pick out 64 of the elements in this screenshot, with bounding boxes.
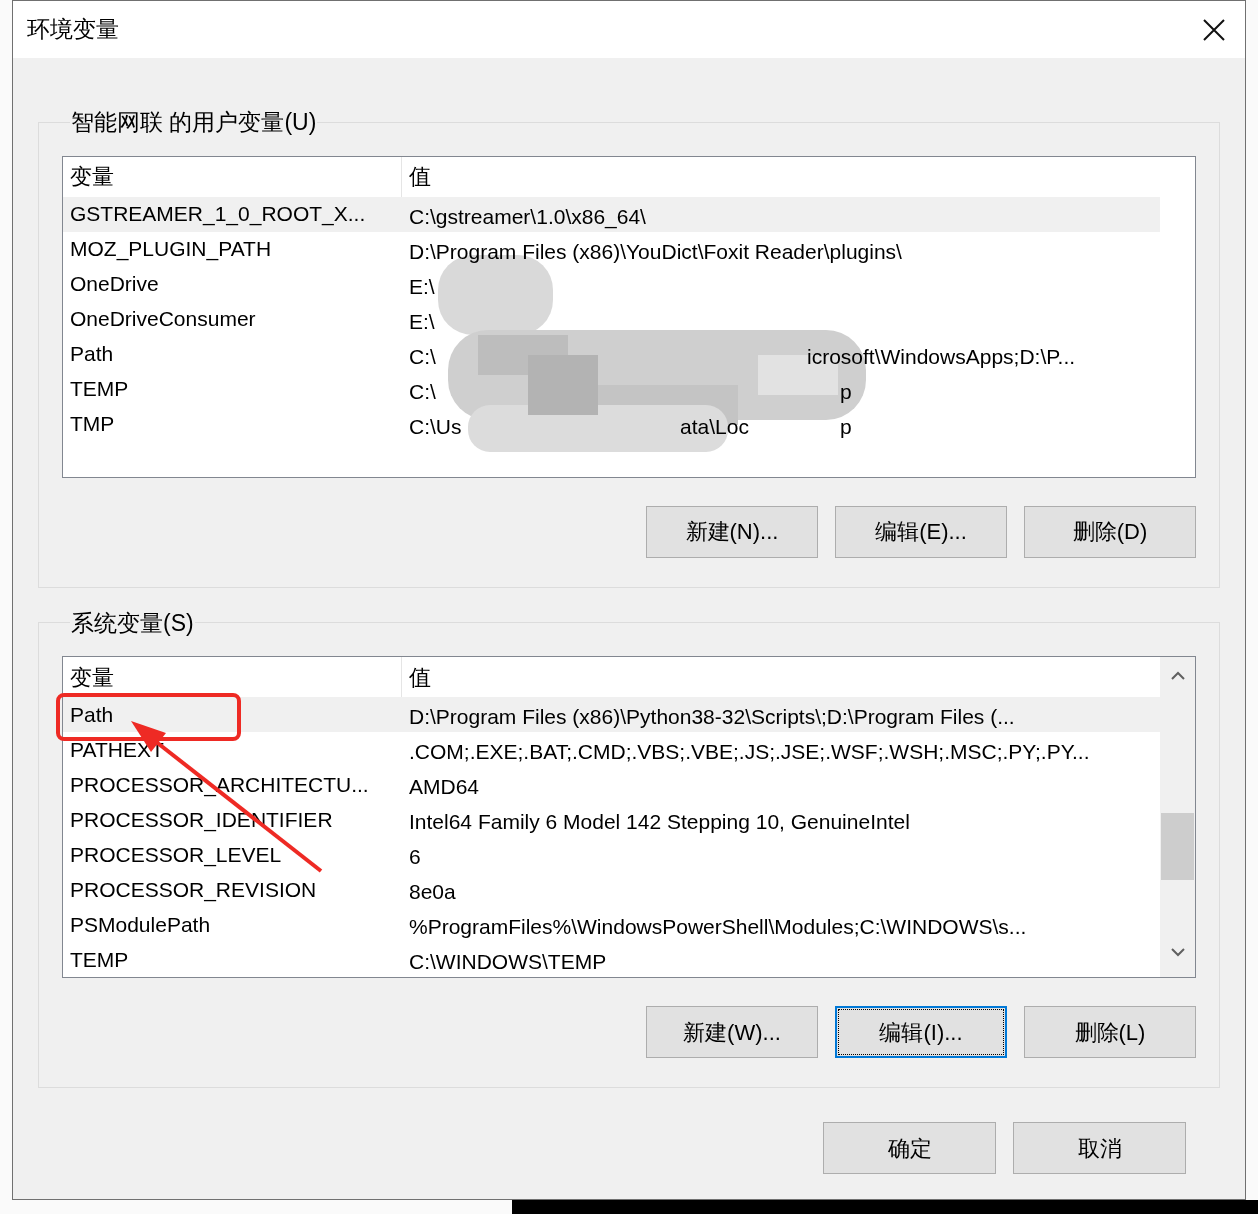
variable-row[interactable]: PROCESSOR_LEVEL 6 xyxy=(63,837,1160,872)
scrollbar-thumb[interactable] xyxy=(1161,813,1194,880)
variable-name: TEMP xyxy=(70,946,129,973)
variable-value: p xyxy=(840,413,852,440)
variable-value: 6 xyxy=(408,844,421,870)
dialog-button[interactable]: 新建(W)... xyxy=(646,1006,818,1058)
variable-row[interactable]: GSTREAMER_1_0_ROOT_X... C:\gstreamer\1.0\x86_64\ xyxy=(63,196,1160,232)
variable-value: ata\Loc xyxy=(680,413,749,440)
variable-name: PROCESSOR_REVISION xyxy=(70,876,317,904)
variable-value: C:\ xyxy=(408,343,436,370)
variable-value: .COM;.EXE;.BAT;.CMD;.VBS;.VBE;.JS;.JSE;.WSF;.WSH;.MSC;.PY;.PY... xyxy=(409,739,1090,765)
scroll-down-icon[interactable] xyxy=(1170,948,1185,957)
window-title: 环境变量 xyxy=(27,15,119,45)
dialog-button[interactable]: 编辑(I)... xyxy=(835,1006,1007,1058)
variable-row[interactable]: PATHEXT .COM;.EXE;.BAT;.CMD;.VBS;.VBE;.JS;.JSE;.WSF;.WSH;.MSC;.PY;.PY... xyxy=(63,732,1160,767)
variable-value: C:\Us xyxy=(408,413,462,440)
variable-value: C:\WINDOWS\TEMP xyxy=(409,949,607,975)
variable-value: E:\ xyxy=(409,273,435,300)
column-header[interactable]: 值 xyxy=(402,156,1160,197)
variable-row[interactable]: OneDrive E:\ xyxy=(63,266,1160,302)
variable-name: PSModulePath xyxy=(70,911,211,938)
variable-value: Intel64 Family 6 Model 142 Stepping 10, GenuineIntel xyxy=(409,809,910,835)
variable-name: Path xyxy=(70,341,114,368)
dialog-button[interactable]: 删除(D) xyxy=(1024,505,1196,558)
column-header[interactable]: 值 xyxy=(402,657,1160,697)
dialog-button[interactable]: 编辑(E)... xyxy=(835,505,1007,558)
variable-value: AMD64 xyxy=(409,774,480,800)
variable-row[interactable]: Path C:\ icrosoft\WindowsApps;D:\P... xyxy=(63,336,1160,372)
variable-value: D:\Program Files (x86)\Python38-32\Scripts\;D:\Program Files (... xyxy=(409,704,1015,730)
variable-row[interactable]: Path D:\Program Files (x86)\Python38-32\Scripts\;D:\Program Files (... xyxy=(63,697,1160,732)
close-icon[interactable] xyxy=(1203,18,1225,41)
variable-value: icrosoft\WindowsApps;D:\P... xyxy=(807,343,1076,370)
variable-name: OneDriveConsumer xyxy=(70,306,256,333)
variable-value: C:\gstreamer\1.0\x86_64\ xyxy=(409,203,646,231)
variable-name: MOZ_PLUGIN_PATH xyxy=(70,236,272,263)
dialog-button[interactable]: 删除(L) xyxy=(1024,1006,1196,1058)
variable-row[interactable]: OneDriveConsumer E:\ xyxy=(63,301,1160,337)
variable-value: C:\ xyxy=(408,378,436,405)
variable-row[interactable]: PROCESSOR_REVISION 8e0a xyxy=(63,872,1160,907)
variable-value: %ProgramFiles%\WindowsPowerShell\Modules;C:\WINDOWS\s... xyxy=(408,914,1027,940)
variable-row[interactable]: TMP C:\Us ata\Loc p xyxy=(63,406,1160,442)
variable-row[interactable]: TEMP C:\WINDOWS\TEMP xyxy=(63,942,1160,977)
variable-row[interactable]: MOZ_PLUGIN_PATH D:\Program Files (x86)\YouDict\Foxit Reader\plugins\ xyxy=(63,231,1160,267)
variable-value: 8e0a xyxy=(408,879,456,905)
scroll-up-icon[interactable] xyxy=(1170,671,1185,680)
scrollbar[interactable] xyxy=(1160,657,1195,977)
variable-row[interactable]: TEMP C:\ p xyxy=(63,371,1160,407)
group-title: 智能网联 的用户变量(U) xyxy=(70,108,318,137)
variable-name: Path xyxy=(70,701,114,728)
variable-name: TMP xyxy=(70,411,115,438)
variable-name: PATHEXT xyxy=(70,736,164,763)
variable-value: D:\Program Files (x86)\YouDict\Foxit Reader\plugins\ xyxy=(409,238,902,265)
variable-name: OneDrive xyxy=(70,271,159,298)
variable-name: GSTREAMER_1_0_ROOT_X... xyxy=(70,201,366,228)
column-header[interactable]: 变量 xyxy=(63,156,402,197)
dialog-button[interactable]: 确定 xyxy=(823,1122,996,1174)
variable-name: PROCESSOR_LEVEL xyxy=(70,841,282,869)
variable-name: TEMP xyxy=(70,376,129,403)
variable-value: E:\ xyxy=(409,308,435,335)
dialog-button[interactable]: 新建(N)... xyxy=(646,505,818,558)
group-title: 系统变量(S) xyxy=(70,608,195,638)
variable-row[interactable]: PSModulePath %ProgramFiles%\WindowsPowerShell\Modules;C:\WINDOWS\s... xyxy=(63,907,1160,942)
dialog-button[interactable]: 取消 xyxy=(1013,1122,1186,1174)
variable-value: p xyxy=(840,378,852,405)
